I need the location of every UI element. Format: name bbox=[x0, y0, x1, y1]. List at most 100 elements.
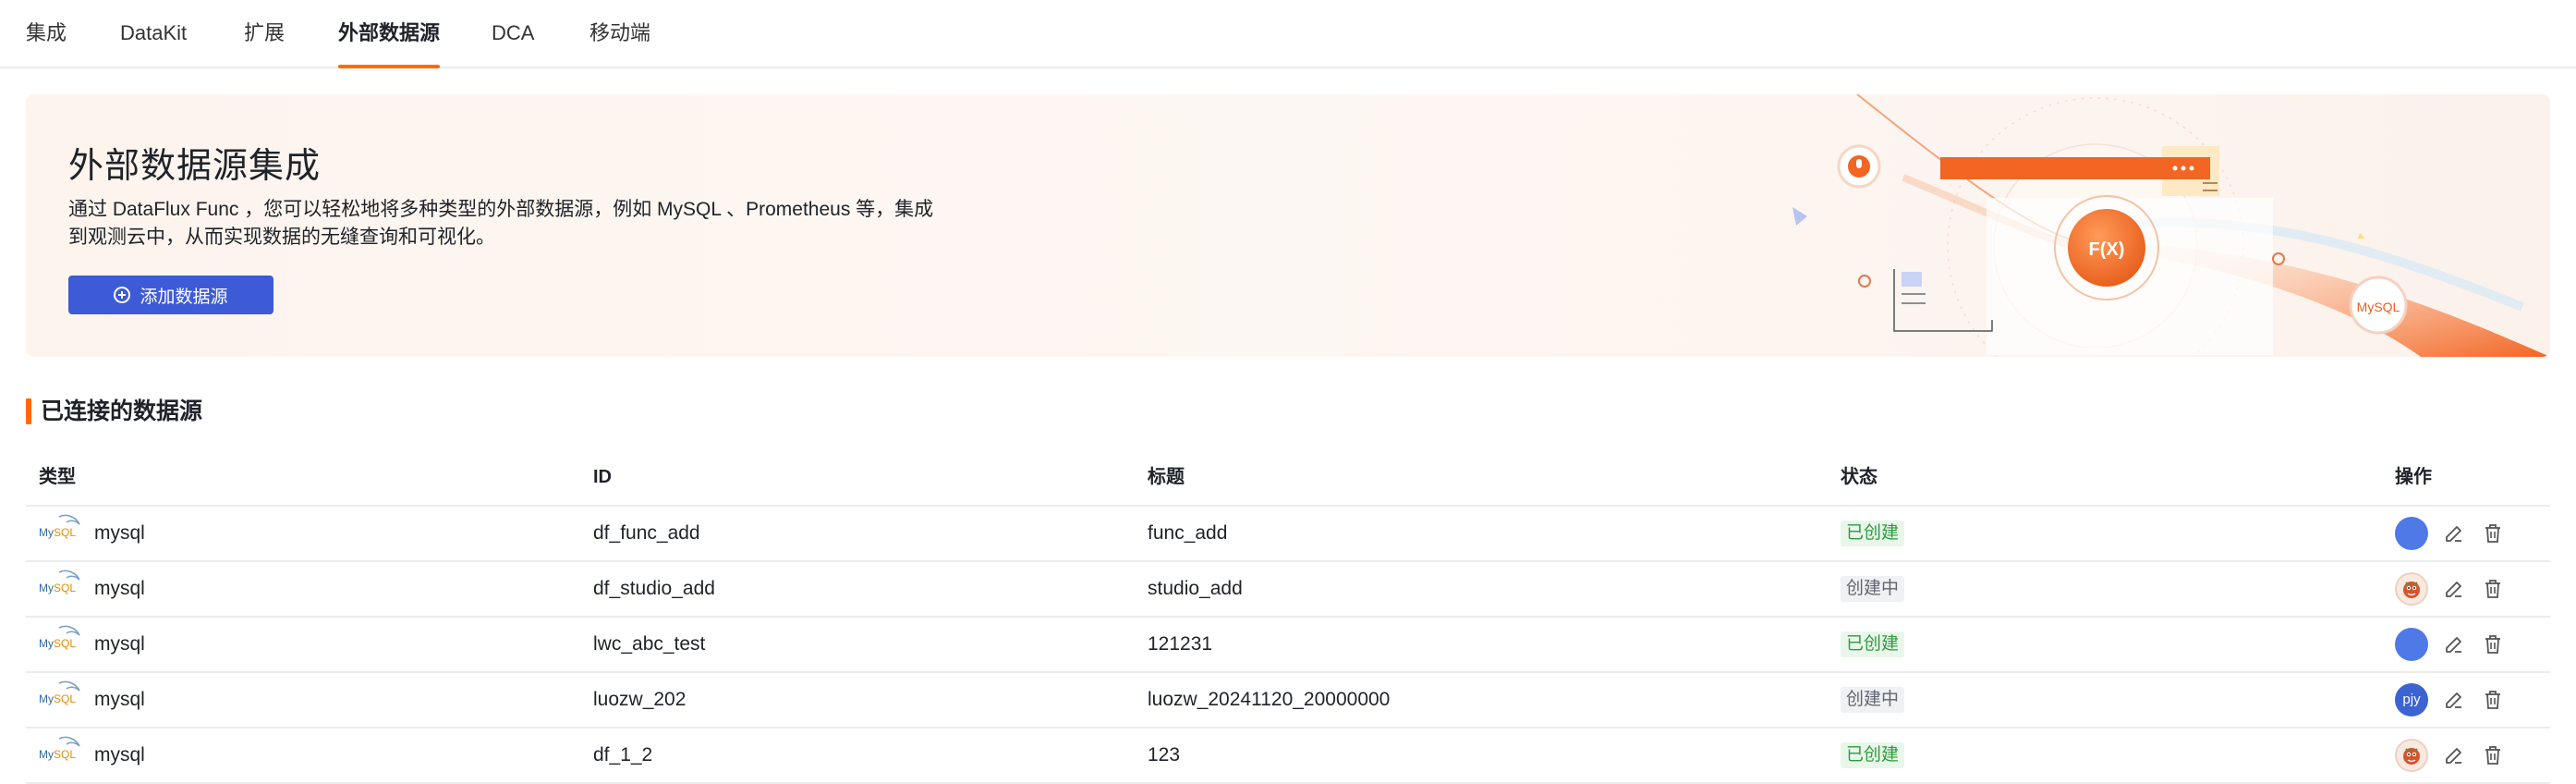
cell-title: 123 bbox=[1148, 744, 1181, 766]
tab-datakit[interactable]: DataKit bbox=[120, 0, 187, 67]
tab-integration[interactable]: 集成 bbox=[26, 0, 67, 67]
intro-banner: 外部数据源集成 通过 DataFlux Func ，您可以轻松地将多种类型的外部… bbox=[26, 94, 2550, 357]
tab-label: 外部数据源 bbox=[338, 21, 441, 44]
mysql-logo-icon: My SQL bbox=[39, 729, 83, 782]
owner-avatar-initials: pjy bbox=[2402, 692, 2421, 707]
cell-id: df_studio_add bbox=[593, 578, 715, 599]
tab-label: DataKit bbox=[120, 21, 188, 44]
header-status: 状态 bbox=[1841, 467, 1877, 487]
active-tab-indicator bbox=[338, 65, 441, 68]
cell-id: df_func_add bbox=[593, 522, 700, 544]
cell-type: My SQL mysql bbox=[39, 562, 145, 616]
section-title: 已连接的数据源 bbox=[26, 396, 202, 427]
cell-type: My SQL mysql bbox=[39, 729, 145, 782]
cell-type: My SQL mysql bbox=[39, 618, 145, 671]
cell-id: lwc_abc_test bbox=[593, 633, 706, 655]
owner-avatar bbox=[2395, 572, 2428, 606]
add-datasource-button[interactable]: 添加数据源 bbox=[68, 276, 273, 314]
edit-icon[interactable] bbox=[2441, 576, 2467, 602]
cell-title: studio_add bbox=[1148, 578, 1243, 599]
cell-status: 已创建 bbox=[1841, 729, 1905, 782]
banner-title: 外部数据源集成 bbox=[68, 147, 322, 186]
cell-operations bbox=[2395, 562, 2506, 616]
cell-title: 121231 bbox=[1148, 633, 1213, 655]
header-title: 标题 bbox=[1148, 467, 1185, 487]
cell-operations bbox=[2395, 729, 2506, 782]
tab-mobile[interactable]: 移动端 bbox=[589, 0, 650, 67]
type-text: mysql bbox=[94, 689, 145, 710]
banner-description-line: 通过 DataFlux Func ，您可以轻松地将多种类型的外部数据源，例如 M… bbox=[68, 199, 934, 220]
table-header: 类型 ID 标题 状态 操作 bbox=[26, 449, 2550, 507]
cell-status: 已创建 bbox=[1841, 507, 1905, 560]
tab-label: DCA bbox=[492, 21, 535, 44]
type-text: mysql bbox=[94, 578, 145, 599]
status-badge: 已创建 bbox=[1841, 742, 1905, 768]
status-badge: 创建中 bbox=[1841, 687, 1905, 713]
table-row: My SQL mysql df_func_add func_add 已创建 bbox=[26, 507, 2550, 562]
cell-id: df_1_2 bbox=[593, 744, 653, 766]
table-row: My SQL mysql df_studio_add studio_add 创建中 bbox=[26, 562, 2550, 618]
owner-avatar bbox=[2395, 739, 2428, 772]
mysql-logo-icon: My SQL bbox=[39, 618, 83, 671]
owner-avatar bbox=[2395, 517, 2428, 550]
top-tab-bar: 集成 DataKit 扩展 外部数据源 DCA 移动端 bbox=[0, 0, 2576, 68]
trash-icon[interactable] bbox=[2480, 687, 2506, 713]
tab-label: 移动端 bbox=[589, 21, 651, 44]
cell-status: 创建中 bbox=[1841, 673, 1905, 727]
tab-extensions[interactable]: 扩展 bbox=[244, 0, 285, 67]
header-type: 类型 bbox=[39, 467, 76, 487]
svg-text:SQL: SQL bbox=[54, 748, 76, 761]
svg-text:My: My bbox=[39, 526, 54, 539]
cell-operations bbox=[2395, 507, 2506, 560]
cell-id: luozw_202 bbox=[593, 689, 687, 710]
banner-illustration: F(X) MySQL bbox=[1792, 94, 2550, 357]
svg-text:SQL: SQL bbox=[54, 526, 76, 539]
svg-text:SQL: SQL bbox=[54, 582, 76, 594]
section-title-text: 已连接的数据源 bbox=[41, 398, 203, 424]
trash-icon[interactable] bbox=[2480, 521, 2506, 546]
mysql-logo-icon: My SQL bbox=[39, 673, 83, 727]
cell-type: My SQL mysql bbox=[39, 507, 145, 560]
type-text: mysql bbox=[94, 522, 145, 544]
svg-text:My: My bbox=[39, 692, 54, 705]
cell-status: 已创建 bbox=[1841, 618, 1905, 671]
table-row: My SQL mysql df_1_2 123 已创建 bbox=[26, 729, 2550, 784]
cell-title: func_add bbox=[1148, 522, 1228, 544]
edit-icon[interactable] bbox=[2441, 631, 2467, 657]
add-datasource-label: 添加数据源 bbox=[140, 287, 228, 307]
cell-type: My SQL mysql bbox=[39, 673, 145, 727]
edit-icon[interactable] bbox=[2441, 742, 2467, 768]
plus-circle-icon bbox=[114, 287, 131, 303]
table-body: My SQL mysql df_func_add func_add 已创建 My S… bbox=[26, 507, 2550, 784]
mysql-logo-icon: My SQL bbox=[39, 507, 83, 560]
svg-text:My: My bbox=[39, 637, 54, 650]
cell-title: luozw_20241120_20000000 bbox=[1148, 689, 1391, 710]
table-row: My SQL mysql luozw_202 luozw_20241120_200… bbox=[26, 673, 2550, 729]
edit-icon[interactable] bbox=[2441, 521, 2467, 546]
table-row: My SQL mysql lwc_abc_test 121231 已创建 bbox=[26, 618, 2550, 673]
status-badge: 已创建 bbox=[1841, 631, 1905, 657]
trash-icon[interactable] bbox=[2480, 631, 2506, 657]
banner-description-line: 到观测云中，从而实现数据的无缝查询和可视化。 bbox=[68, 227, 495, 248]
trash-icon[interactable] bbox=[2480, 576, 2506, 602]
trash-icon[interactable] bbox=[2480, 742, 2506, 768]
banner-description: 通过 DataFlux Func ，您可以轻松地将多种类型的外部数据源，例如 M… bbox=[68, 196, 1002, 251]
tab-dca[interactable]: DCA bbox=[492, 0, 534, 67]
svg-text:My: My bbox=[39, 582, 54, 594]
cell-operations: pjy bbox=[2395, 673, 2506, 727]
section-accent-bar bbox=[26, 398, 31, 424]
cell-operations bbox=[2395, 618, 2506, 671]
mysql-logo-icon: My SQL bbox=[39, 562, 83, 616]
svg-text:SQL: SQL bbox=[54, 692, 76, 705]
mysql-node-label: MySQL bbox=[2357, 300, 2400, 314]
datasource-table: 类型 ID 标题 状态 操作 My SQL mysql df_func_add f… bbox=[26, 449, 2550, 784]
svg-text:My: My bbox=[39, 748, 54, 761]
cell-status: 创建中 bbox=[1841, 562, 1905, 616]
tab-label: 扩展 bbox=[244, 21, 286, 44]
type-text: mysql bbox=[94, 744, 145, 766]
tab-label: 集成 bbox=[26, 21, 67, 44]
edit-icon[interactable] bbox=[2441, 687, 2467, 713]
status-badge: 已创建 bbox=[1841, 521, 1905, 546]
svg-text:SQL: SQL bbox=[54, 637, 76, 650]
tab-external-datasource[interactable]: 外部数据源 bbox=[338, 0, 441, 68]
